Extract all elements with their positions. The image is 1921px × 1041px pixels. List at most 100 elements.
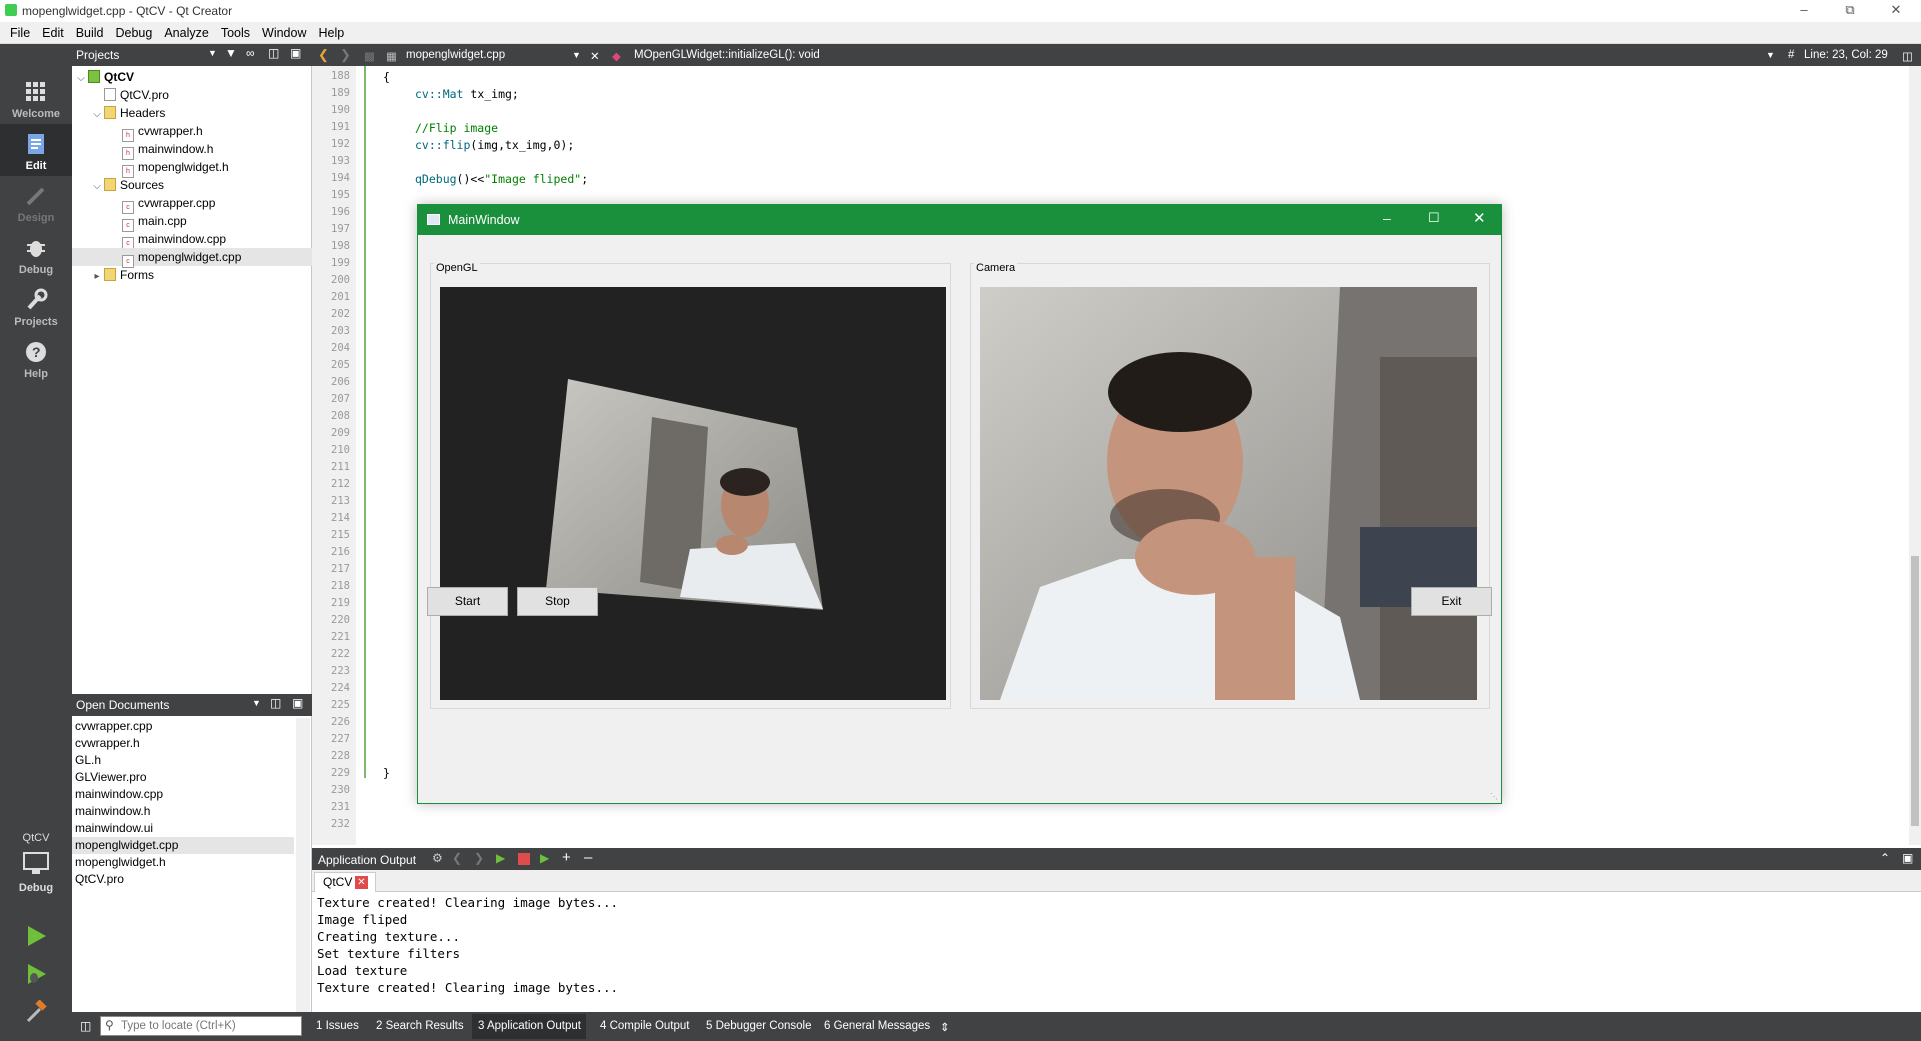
- toggle-sidebar-icon[interactable]: ◫: [80, 1019, 91, 1033]
- tab-compile-output[interactable]: 4 Compile Output: [600, 1020, 690, 1032]
- tree-item-source-file[interactable]: c cvwrapper.cpp: [72, 194, 312, 214]
- list-item[interactable]: mainwindow.cpp: [72, 786, 294, 803]
- line-number: 204: [331, 342, 350, 354]
- minimize-icon[interactable]: –: [1383, 210, 1391, 226]
- tree-item-sources[interactable]: ⌵ Sources: [72, 176, 312, 194]
- run-icon[interactable]: [24, 924, 48, 948]
- link-icon[interactable]: ∞: [246, 46, 255, 60]
- application-output[interactable]: Texture created! Clearing image bytes...…: [312, 892, 1909, 1010]
- tree-item-header-file[interactable]: h mainwindow.h: [72, 140, 312, 160]
- output-tab-qtcv[interactable]: QtCV ✕: [314, 872, 376, 892]
- close-tab-icon[interactable]: ✕: [355, 876, 368, 889]
- menu-analyze[interactable]: Analyze: [158, 22, 214, 40]
- chevron-down-icon[interactable]: ▼: [572, 50, 581, 60]
- split-icon[interactable]: ◫: [268, 46, 279, 60]
- list-item[interactable]: GL.h: [72, 752, 294, 769]
- list-item[interactable]: mainwindow.ui: [72, 820, 294, 837]
- list-item[interactable]: mopenglwidget.h: [72, 854, 294, 871]
- debug-run-icon[interactable]: [24, 962, 48, 986]
- tree-item-pro[interactable]: QtCV.pro: [72, 86, 312, 104]
- tree-item-header-file[interactable]: h mopenglwidget.h: [72, 158, 312, 178]
- close-pane-icon[interactable]: ▣: [292, 696, 303, 710]
- next-icon[interactable]: ❯: [474, 851, 484, 865]
- split-icon[interactable]: ◫: [1902, 49, 1913, 63]
- menu-tools[interactable]: Tools: [215, 22, 256, 40]
- open-documents-scrollbar[interactable]: [296, 718, 310, 1012]
- debug-attach-icon[interactable]: ▶: [540, 851, 549, 865]
- zoom-out-icon[interactable]: –: [584, 849, 592, 866]
- list-item[interactable]: GLViewer.pro: [72, 769, 294, 786]
- list-item[interactable]: mainwindow.h: [72, 803, 294, 820]
- line-number: 226: [331, 716, 350, 728]
- exit-button[interactable]: Exit: [1411, 587, 1492, 616]
- qt-creator-logo-icon: [5, 4, 17, 16]
- list-item[interactable]: cvwrapper.cpp: [72, 718, 294, 735]
- tree-item-source-file[interactable]: c mainwindow.cpp: [72, 230, 312, 250]
- filter-icon[interactable]: ▼: [225, 46, 237, 60]
- tree-item-source-file[interactable]: c main.cpp: [72, 212, 312, 232]
- tab-search-results[interactable]: 2 Search Results: [376, 1020, 464, 1032]
- menu-bar: File Edit Build Debug Analyze Tools Window Help: [0, 22, 1921, 44]
- opengl-viewport[interactable]: [440, 287, 946, 700]
- mode-edit[interactable]: Edit: [0, 124, 72, 176]
- line-number: 201: [331, 291, 350, 303]
- more-tabs-icon[interactable]: ⇕: [940, 1020, 950, 1034]
- locator-input[interactable]: ⚲ Type to locate (Ctrl+K): [100, 1016, 302, 1036]
- zoom-in-icon[interactable]: +: [562, 849, 571, 866]
- menu-debug[interactable]: Debug: [110, 22, 159, 40]
- tab-application-output[interactable]: 3 Application Output: [478, 1020, 581, 1032]
- prev-icon[interactable]: ❮: [452, 851, 462, 865]
- chevron-down-icon[interactable]: ▼: [252, 698, 261, 708]
- split-icon[interactable]: ◫: [270, 696, 281, 710]
- help-icon: ?: [26, 342, 46, 362]
- restore-icon[interactable]: ⧉: [1827, 0, 1873, 22]
- editor-file-combo[interactable]: mopenglwidget.cpp: [406, 49, 505, 61]
- mode-debug[interactable]: Debug: [0, 228, 72, 280]
- mode-help[interactable]: ? Help: [0, 332, 72, 384]
- maximize-icon[interactable]: ☐: [1428, 210, 1440, 226]
- menu-edit[interactable]: Edit: [36, 22, 70, 40]
- menu-file[interactable]: File: [0, 22, 36, 40]
- attach-icon[interactable]: ⚙: [432, 851, 443, 865]
- tab-general-messages[interactable]: 6 General Messages: [824, 1020, 930, 1032]
- symbol-combo[interactable]: MOpenGLWidget::initializeGL(): void: [634, 49, 820, 61]
- back-icon[interactable]: ❮: [318, 47, 329, 63]
- minimize-icon[interactable]: –: [1781, 0, 1827, 22]
- tab-issues[interactable]: 1 Issues: [316, 1020, 359, 1032]
- maximize-pane-icon[interactable]: ⌃: [1880, 851, 1890, 865]
- build-hammer-icon[interactable]: [24, 1000, 48, 1024]
- close-pane-icon[interactable]: ▣: [290, 46, 301, 60]
- scrollbar-thumb[interactable]: [1911, 556, 1919, 826]
- tree-item-header-file[interactable]: h cvwrapper.h: [72, 122, 312, 142]
- tab-debugger-console[interactable]: 5 Debugger Console: [706, 1020, 812, 1032]
- stop-button[interactable]: Stop: [517, 587, 598, 616]
- chevron-down-icon[interactable]: ▼: [1766, 50, 1775, 60]
- menu-help[interactable]: Help: [312, 22, 350, 40]
- close-icon[interactable]: ✕: [1873, 0, 1919, 22]
- tree-item-project[interactable]: ⌵ QtCV: [72, 68, 312, 86]
- rerun-icon[interactable]: ▶: [496, 851, 505, 865]
- list-item[interactable]: QtCV.pro: [72, 871, 294, 888]
- mode-projects[interactable]: Projects: [0, 280, 72, 332]
- start-button[interactable]: Start: [427, 587, 508, 616]
- line-number: 209: [331, 427, 350, 439]
- close-pane-icon[interactable]: ▣: [1902, 851, 1913, 865]
- stop-icon[interactable]: [518, 853, 530, 865]
- mode-design[interactable]: Design: [0, 176, 72, 228]
- list-item[interactable]: cvwrapper.h: [72, 735, 294, 752]
- editor-scrollbar[interactable]: [1909, 66, 1921, 845]
- list-item[interactable]: mopenglwidget.cpp: [72, 837, 294, 854]
- close-editor-icon[interactable]: ✕: [590, 49, 600, 63]
- kit-selector[interactable]: Debug: [0, 850, 72, 898]
- camera-view[interactable]: [980, 287, 1477, 700]
- menu-build[interactable]: Build: [70, 22, 110, 40]
- chevron-down-icon[interactable]: ▼: [208, 48, 217, 58]
- tree-item-forms[interactable]: ▸ Forms: [72, 266, 312, 284]
- close-icon[interactable]: ✕: [1473, 209, 1486, 227]
- mode-welcome[interactable]: Welcome: [0, 72, 72, 124]
- tree-item-source-file[interactable]: c mopenglwidget.cpp: [72, 248, 312, 268]
- forward-icon[interactable]: ❯: [340, 47, 351, 63]
- tree-item-headers[interactable]: ⌵ Headers: [72, 104, 312, 122]
- size-grip-icon[interactable]: ⋱: [1490, 792, 1498, 801]
- menu-window[interactable]: Window: [256, 22, 312, 40]
